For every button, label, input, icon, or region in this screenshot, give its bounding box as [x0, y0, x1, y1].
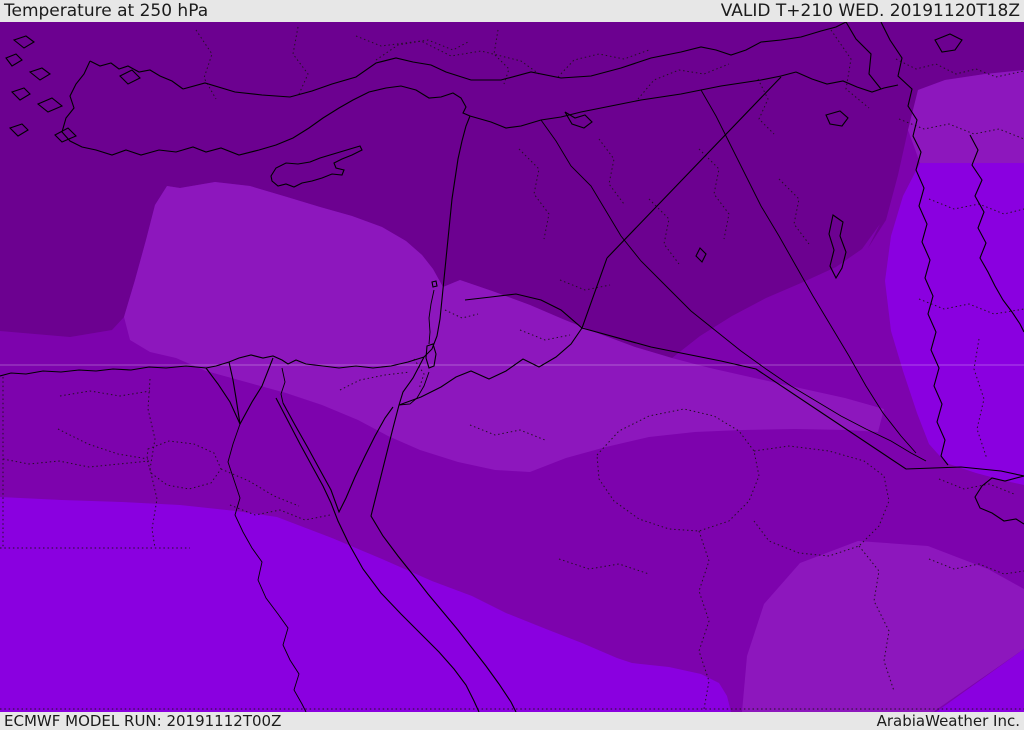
temperature-map-canvas: [0, 22, 1024, 712]
map-title: Temperature at 250 hPa: [4, 1, 209, 21]
weather-map: [0, 22, 1024, 712]
valid-time-label: VALID T+210 WED. 20191120T18Z: [720, 1, 1020, 21]
header-bar: Temperature at 250 hPa VALID T+210 WED. …: [0, 0, 1024, 22]
model-run-label: ECMWF MODEL RUN: 20191112T00Z: [4, 711, 282, 730]
footer-bar: ECMWF MODEL RUN: 20191112T00Z ArabiaWeat…: [0, 712, 1024, 729]
credit-label: ArabiaWeather Inc.: [876, 711, 1020, 730]
